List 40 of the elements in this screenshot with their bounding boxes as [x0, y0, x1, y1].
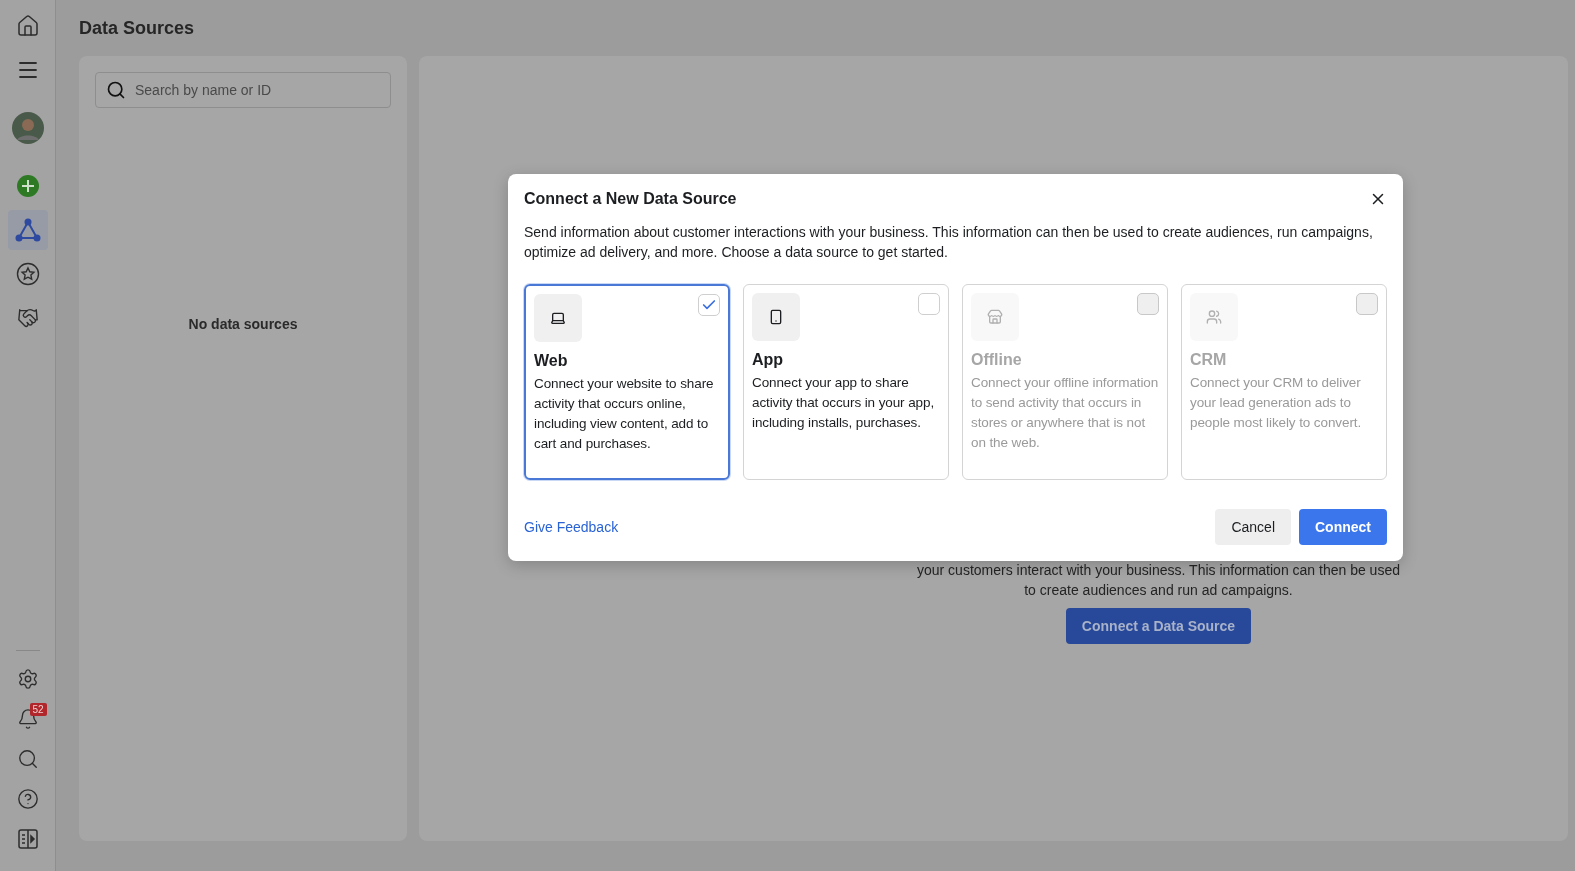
settings-icon [16, 668, 39, 690]
data-source-option[interactable]: App Connect your app to share activity that occurs in your app, including installs, purchases. [743, 284, 949, 480]
plus-icon [15, 174, 40, 198]
option-checkbox[interactable] [698, 294, 720, 316]
home-icon [15, 14, 40, 38]
phone-icon [768, 309, 784, 325]
search-field[interactable]: Search by name or ID [95, 72, 391, 108]
option-description: Connect your offline information to send activity that occurs in stores or anywhere that is not on the web. [971, 374, 1159, 452]
option-title: Web [534, 352, 569, 370]
description-text: your customers interact with your business. This information can then be used [917, 561, 1400, 580]
sidebar-item[interactable]: 52 [7, 701, 48, 737]
panel-toggle-icon [17, 829, 38, 849]
sidebar-item[interactable] [7, 210, 48, 250]
feedback-link[interactable]: Give Feedback [524, 519, 619, 535]
cancel-button[interactable]: Cancel [1215, 509, 1291, 545]
search-icon [16, 748, 39, 770]
dialog-intro: Send information about customer interactions with your business. This information can then be used to create audiences, run campaigns, optimize ad delivery, and more. Choose a data source to get started. [524, 223, 1374, 262]
network-icon [14, 218, 41, 242]
laptop-icon [550, 310, 566, 326]
dialog-title: Connect a New Data Source [524, 190, 737, 208]
handshake-icon [16, 307, 39, 329]
option-description: Connect your app to share activity that occurs in your app, including installs, purchases. [752, 374, 936, 432]
notification-badge: 52 [29, 703, 47, 716]
description-text: to create audiences and run ad campaigns. [1024, 581, 1293, 600]
data-source-option[interactable]: Web Connect your website to share activity that occurs online, including view content, add to cart and purchases. [524, 284, 730, 480]
option-checkbox[interactable] [918, 293, 940, 315]
help-icon [16, 788, 39, 810]
connect-button[interactable]: Connect [1299, 509, 1387, 545]
option-description: Connect your CRM to deliver your lead generation ads to people most likely to convert. [1190, 374, 1363, 432]
option-title: App [752, 351, 785, 369]
page-title: Data Sources [79, 16, 196, 40]
connect-data-source-button[interactable]: Connect a Data Source [1065, 608, 1252, 644]
empty-message: No data sources [188, 316, 298, 332]
option-title: Offline [971, 351, 1023, 369]
search-icon [106, 80, 126, 100]
avatar-icon [11, 112, 44, 144]
option-title: CRM [1190, 351, 1228, 369]
store-icon [987, 309, 1003, 325]
people-icon [1206, 309, 1222, 325]
option-description: Connect your website to share activity that occurs online, including view content, add to cart and purchases. [534, 375, 715, 453]
